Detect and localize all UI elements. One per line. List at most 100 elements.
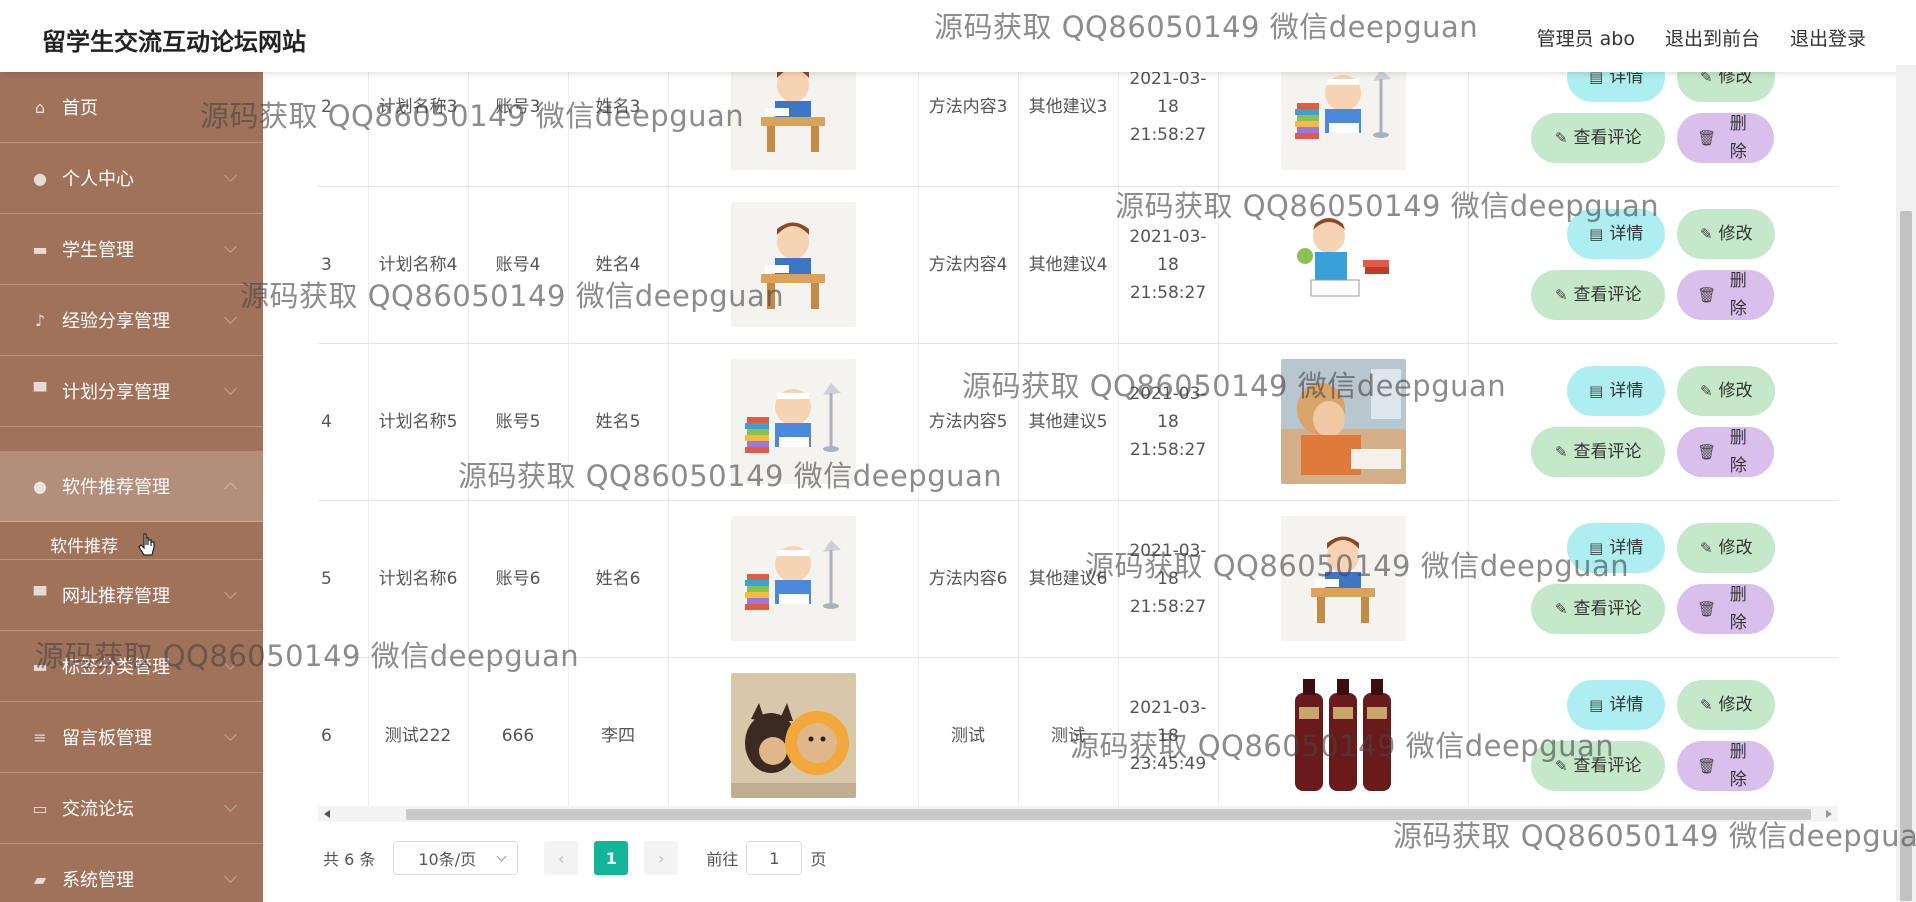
publish-time: 2021-03-18 21:58:27 (1118, 500, 1219, 658)
sidebar-item-label: 首页 (62, 98, 98, 119)
view-comments-button[interactable]: ✎ 查看评论 (1531, 584, 1666, 634)
logout-link[interactable]: 退出登录 (1790, 24, 1866, 51)
edit-button[interactable]: ✎ 修改 (1677, 523, 1776, 573)
view-comments-button[interactable]: ✎ 查看评论 (1531, 427, 1666, 477)
pencil-icon: ✎ (1699, 539, 1713, 557)
plan-icon: ▀ (33, 381, 47, 401)
detail-button[interactable]: ▤ 详情 (1567, 523, 1666, 573)
main-content: 2 计划名称3 账号3 姓名3 方法内容3 其他建议3 2021-03-18 21:58:2… (263, 72, 1916, 902)
next-page-button[interactable]: › (644, 841, 679, 875)
list-icon: ≡ (33, 727, 47, 747)
sidebar-item-label: 系统管理 (62, 870, 134, 891)
delete-button-label: 删除 (1729, 428, 1747, 476)
sidebar-item-system[interactable]: ▰ 系统管理 (0, 844, 263, 902)
sidebar-item-software[interactable]: ● 软件推荐管理 (0, 451, 263, 522)
document-icon: ▤ (1589, 696, 1604, 714)
plan-name: 计划名称4 (368, 186, 469, 344)
page-size-select[interactable]: 10条/页 (393, 841, 519, 875)
row-actions: ▤ 详情 ✎ 修改 ✎ 查看评论 🗑 删除 (1477, 366, 1831, 477)
vertical-scrollbar-thumb[interactable] (1900, 211, 1912, 901)
delete-button-label: 删除 (1729, 742, 1747, 790)
trash-icon: 🗑 (1697, 128, 1717, 147)
sidebar-item-label: 计划分享管理 (62, 382, 170, 403)
detail-button[interactable]: ▤ 详情 (1567, 209, 1666, 259)
view-comments-button-label: 查看评论 (1573, 442, 1642, 462)
delete-button[interactable]: 🗑 删除 (1677, 584, 1775, 634)
account: 666 (468, 657, 569, 807)
cover-image (1280, 359, 1406, 484)
pencil-icon: ✎ (1699, 382, 1713, 400)
trash-icon: 🗑 (1697, 286, 1717, 304)
link-icon: ▀ (33, 585, 47, 605)
detail-button[interactable]: ▤ 详情 (1567, 366, 1666, 416)
account: 账号3 (468, 72, 569, 187)
view-comments-button[interactable]: ✎ 查看评论 (1531, 270, 1666, 320)
edit-button-label: 修改 (1718, 224, 1753, 244)
other-suggestion: 其他建议4 (1018, 186, 1119, 344)
sidebar-item-label: 个人中心 (62, 169, 134, 190)
pencil-icon: ✎ (1554, 286, 1568, 304)
sidebar-item-links[interactable]: ▀ 网址推荐管理 (0, 560, 263, 631)
method-content: 测试 (918, 657, 1019, 807)
chevron-down-icon (224, 728, 237, 741)
detail-button[interactable]: ▤ 详情 (1567, 680, 1666, 730)
sidebar-item-tags[interactable]: ▬ 标签分类管理 (0, 631, 263, 702)
plan-image (730, 516, 856, 641)
edit-button[interactable]: ✎ 修改 (1677, 680, 1776, 730)
document-icon: ▤ (1589, 225, 1604, 243)
plan-image (730, 673, 856, 798)
sidebar-item-messages[interactable]: ≡ 留言板管理 (0, 702, 263, 773)
row-actions: ▤ 详情 ✎ 修改 ✎ 查看评论 🗑 删除 (1477, 523, 1831, 634)
edit-button-label: 修改 (1718, 538, 1753, 558)
forum-icon: ▭ (32, 798, 48, 818)
sidebar-item-students[interactable]: ▬ 学生管理 (0, 214, 263, 285)
account: 账号5 (468, 343, 569, 501)
sidebar-item-experience[interactable]: ♪ 经验分享管理 (0, 285, 263, 356)
table-row: 2 计划名称3 账号3 姓名3 方法内容3 其他建议3 2021-03-18 21:58:2… (318, 72, 1838, 187)
scrollbar-thumb[interactable] (406, 809, 1811, 820)
sidebar-item-plans[interactable]: ▀ 计划分享管理 (0, 356, 263, 427)
pencil-icon: ✎ (1554, 757, 1568, 775)
row-actions: ▤ 详情 ✎ 修改 ✎ 查看评论 🗑 删除 (1477, 680, 1831, 791)
scroll-right-icon[interactable] (1826, 810, 1832, 818)
delete-button[interactable]: 🗑 删除 (1677, 112, 1775, 163)
scroll-left-icon[interactable] (324, 810, 330, 818)
sidebar-item-personal-center[interactable]: ● 个人中心 (0, 143, 263, 214)
view-comments-button[interactable]: ✎ 查看评论 (1531, 741, 1666, 791)
sidebar-item-home[interactable]: ⌂ 首页 (0, 72, 263, 143)
detail-button[interactable]: ▤ 详情 (1567, 72, 1666, 102)
submenu-item-software[interactable]: 软件推荐 (0, 522, 263, 560)
view-comments-button[interactable]: ✎ 查看评论 (1531, 112, 1666, 163)
cover-image (1280, 202, 1406, 327)
edit-button[interactable]: ✎ 修改 (1677, 72, 1776, 102)
menu-spacer (0, 427, 263, 451)
sidebar-item-forum[interactable]: ▭ 交流论坛 (0, 773, 263, 844)
delete-button[interactable]: 🗑 删除 (1677, 741, 1775, 791)
edit-button[interactable]: ✎ 修改 (1677, 209, 1776, 259)
edit-button-label: 修改 (1718, 381, 1753, 401)
edit-button[interactable]: ✎ 修改 (1677, 366, 1776, 416)
page-number-button[interactable]: 1 (594, 841, 629, 875)
software-icon: ● (33, 476, 47, 496)
row-index: 3 (318, 186, 369, 344)
publish-time: 2021-03-18 21:58:27 (1118, 186, 1219, 344)
document-icon: ▤ (1589, 72, 1604, 86)
edit-button-label: 修改 (1718, 72, 1753, 87)
sidebar-item-label: 网址推荐管理 (62, 586, 170, 607)
exit-to-front-link[interactable]: 退出到前台 (1665, 24, 1760, 51)
horizontal-scrollbar[interactable] (318, 806, 1838, 822)
plan-name: 计划名称5 (368, 343, 469, 501)
page-unit-label: 页 (810, 850, 827, 869)
row-index: 6 (318, 657, 369, 807)
method-content: 方法内容5 (918, 343, 1019, 501)
chevron-down-icon (224, 382, 237, 395)
student-name: 姓名5 (568, 343, 669, 501)
prev-page-button[interactable]: ‹ (544, 841, 579, 875)
delete-button[interactable]: 🗑 删除 (1677, 270, 1775, 320)
delete-button[interactable]: 🗑 删除 (1677, 427, 1775, 477)
row-actions: ▤ 详情 ✎ 修改 ✎ 查看评论 🗑 删除 (1477, 209, 1831, 320)
pencil-icon: ✎ (1554, 128, 1568, 147)
goto-page-input[interactable] (746, 841, 803, 875)
delete-button-label: 删除 (1729, 585, 1747, 633)
vertical-scrollbar[interactable] (1896, 65, 1916, 902)
